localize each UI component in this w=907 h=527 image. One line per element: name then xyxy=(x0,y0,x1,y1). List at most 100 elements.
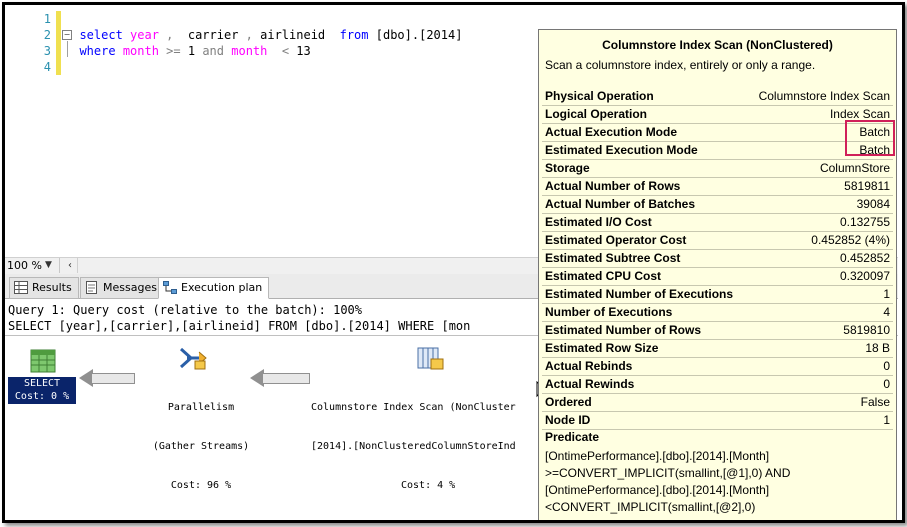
execution-plan-icon xyxy=(163,281,177,294)
property-label: Storage xyxy=(545,161,590,175)
column-month: month xyxy=(122,44,159,58)
grid-icon xyxy=(14,281,28,294)
select-node-label: SELECT xyxy=(23,378,61,389)
tab-results[interactable]: Results xyxy=(9,277,79,299)
column-carrier: carrier xyxy=(187,28,239,42)
messages-icon xyxy=(86,281,97,294)
property-label: Node ID xyxy=(545,413,591,427)
query-text: SELECT [year],[carrier],[airlineid] FROM… xyxy=(8,319,471,333)
column-year: year xyxy=(130,28,159,42)
property-label: Actual Rewinds xyxy=(545,377,635,391)
keyword-where: where xyxy=(79,44,116,58)
property-row: Number of Executions 4 xyxy=(542,304,893,322)
line-number: 4 xyxy=(43,60,51,74)
property-label: Physical Operation xyxy=(545,89,654,103)
property-label: Actual Number of Rows xyxy=(545,179,681,193)
property-value: 5819811 xyxy=(844,179,890,193)
property-label: Estimated Row Size xyxy=(545,341,659,355)
property-row: Estimated CPU Cost 0.320097 xyxy=(542,268,893,286)
property-value: 1 xyxy=(883,287,890,301)
property-value: 0.132755 xyxy=(839,215,890,229)
select-node[interactable]: SELECT Cost: 0 % xyxy=(8,377,76,404)
property-row: Actual Rebinds 0 xyxy=(542,358,893,376)
property-value: 0.320097 xyxy=(839,269,890,283)
tooltip-title: Columnstore Index Scan (NonClustered) xyxy=(602,38,833,52)
predicate-line: [OntimePerformance].[dbo].[2014].[Month] xyxy=(545,483,770,497)
line-number: 3 xyxy=(43,44,51,58)
property-value: 4 xyxy=(883,305,890,319)
keyword-from: from xyxy=(339,28,369,42)
keyword-select: select xyxy=(79,28,123,42)
tab-messages[interactable]: Messages xyxy=(80,277,164,299)
predicate-title: Predicate xyxy=(545,430,600,444)
property-label: Estimated Number of Executions xyxy=(545,287,734,301)
operator: >= xyxy=(166,44,181,58)
property-row: Estimated Row Size 18 B xyxy=(542,340,893,358)
zoom-value: 100 % xyxy=(7,259,42,272)
property-row: Actual Number of Rows 5819811 xyxy=(542,178,893,196)
predicate-line: <CONVERT_IMPLICIT(smallint,[@2],0) xyxy=(545,500,756,514)
property-row: Estimated Number of Executions 1 xyxy=(542,286,893,304)
tab-results-label: Results xyxy=(32,281,72,294)
query-cost-text: Query 1: Query cost (relative to the bat… xyxy=(8,303,363,317)
tab-execution-plan[interactable]: Execution plan xyxy=(158,277,270,299)
scan-label: Columnstore Index Scan (NonCluster xyxy=(311,402,516,413)
line-number-gutter: 1 2 3 4 xyxy=(5,11,55,75)
execution-mode-highlight xyxy=(845,120,895,156)
tab-messages-label: Messages xyxy=(103,281,157,294)
chevron-down-icon: ▼ xyxy=(45,260,52,270)
property-label: Estimated I/O Cost xyxy=(545,215,652,229)
property-label: Estimated Operator Cost xyxy=(545,233,687,247)
property-value: 0 xyxy=(883,359,890,373)
sql-code[interactable]: select year , carrier , airlineid from [… xyxy=(65,11,462,75)
parallelism-node[interactable]: Parallelism (Gather Streams) Cost: 96 % xyxy=(131,375,271,518)
property-label: Ordered xyxy=(545,395,592,409)
comma: , xyxy=(158,28,174,42)
columnstore-scan-node[interactable]: Columnstore Index Scan (NonCluster [2014… xyxy=(305,375,543,518)
property-value: 39084 xyxy=(856,197,890,211)
property-value: Columnstore Index Scan xyxy=(758,89,890,103)
code-line-2: select year , carrier , airlineid from [… xyxy=(65,27,462,43)
property-value: ColumnStore xyxy=(819,161,890,175)
property-label: Actual Rebinds xyxy=(545,359,633,373)
parallelism-label: Parallelism xyxy=(167,402,235,413)
property-value: False xyxy=(860,395,890,409)
property-row: Logical Operation Index Scan xyxy=(542,106,893,124)
predicate-line: [OntimePerformance].[dbo].[2014].[Month] xyxy=(545,449,770,463)
code-line-3: where month >= 1 and month < 13 xyxy=(65,43,462,59)
flow-arrow-shaft xyxy=(91,373,135,384)
property-row: Node ID 1 xyxy=(542,412,893,430)
scroll-left-icon[interactable]: ‹ xyxy=(63,258,78,273)
property-value: 5819810 xyxy=(843,323,890,337)
column-airlineid: airlineid xyxy=(260,28,326,42)
property-row: Ordered False xyxy=(542,394,893,412)
column-month: month xyxy=(231,44,268,58)
operator-properties-tooltip: Columnstore Index Scan (NonClustered) Sc… xyxy=(538,29,897,520)
parallelism-icon[interactable] xyxy=(179,345,209,371)
keyword-and: and xyxy=(202,44,225,58)
property-row: Estimated Execution Mode Batch xyxy=(542,142,893,160)
property-label: Actual Execution Mode xyxy=(545,125,678,139)
operator: < xyxy=(281,44,290,58)
property-label: Estimated Execution Mode xyxy=(545,143,698,157)
property-row: Storage ColumnStore xyxy=(542,160,893,178)
ssms-window: 1 2 3 4 − select year , carrier , airlin… xyxy=(2,2,905,523)
property-row: Actual Rewinds 0 xyxy=(542,376,893,394)
line-number: 2 xyxy=(43,28,51,42)
property-value: 1 xyxy=(883,413,890,427)
scan-sublabel: [2014].[NonClusteredColumnStoreInd xyxy=(311,441,516,452)
zoom-dropdown[interactable]: 100 % ▼ xyxy=(5,258,60,273)
tooltip-property-list: Physical Operation Columnstore Index Scan… xyxy=(542,88,893,430)
predicate-line: >=CONVERT_IMPLICIT(smallint,[@1],0) AND xyxy=(545,466,791,480)
columnstore-scan-icon[interactable] xyxy=(417,345,445,371)
property-value: 18 B xyxy=(865,341,890,355)
select-node-icon[interactable] xyxy=(30,349,56,373)
literal: 1 xyxy=(187,44,196,58)
parallelism-cost: Cost: 96 % xyxy=(170,480,232,491)
property-row: Physical Operation Columnstore Index Scan xyxy=(542,88,893,106)
property-value: 0.452852 xyxy=(839,251,890,265)
tooltip-description: Scan a columnstore index, entirely or on… xyxy=(545,58,816,72)
property-row: Estimated Number of Rows 5819810 xyxy=(542,322,893,340)
scan-cost: Cost: 4 % xyxy=(401,480,456,491)
property-value: 0 xyxy=(883,377,890,391)
